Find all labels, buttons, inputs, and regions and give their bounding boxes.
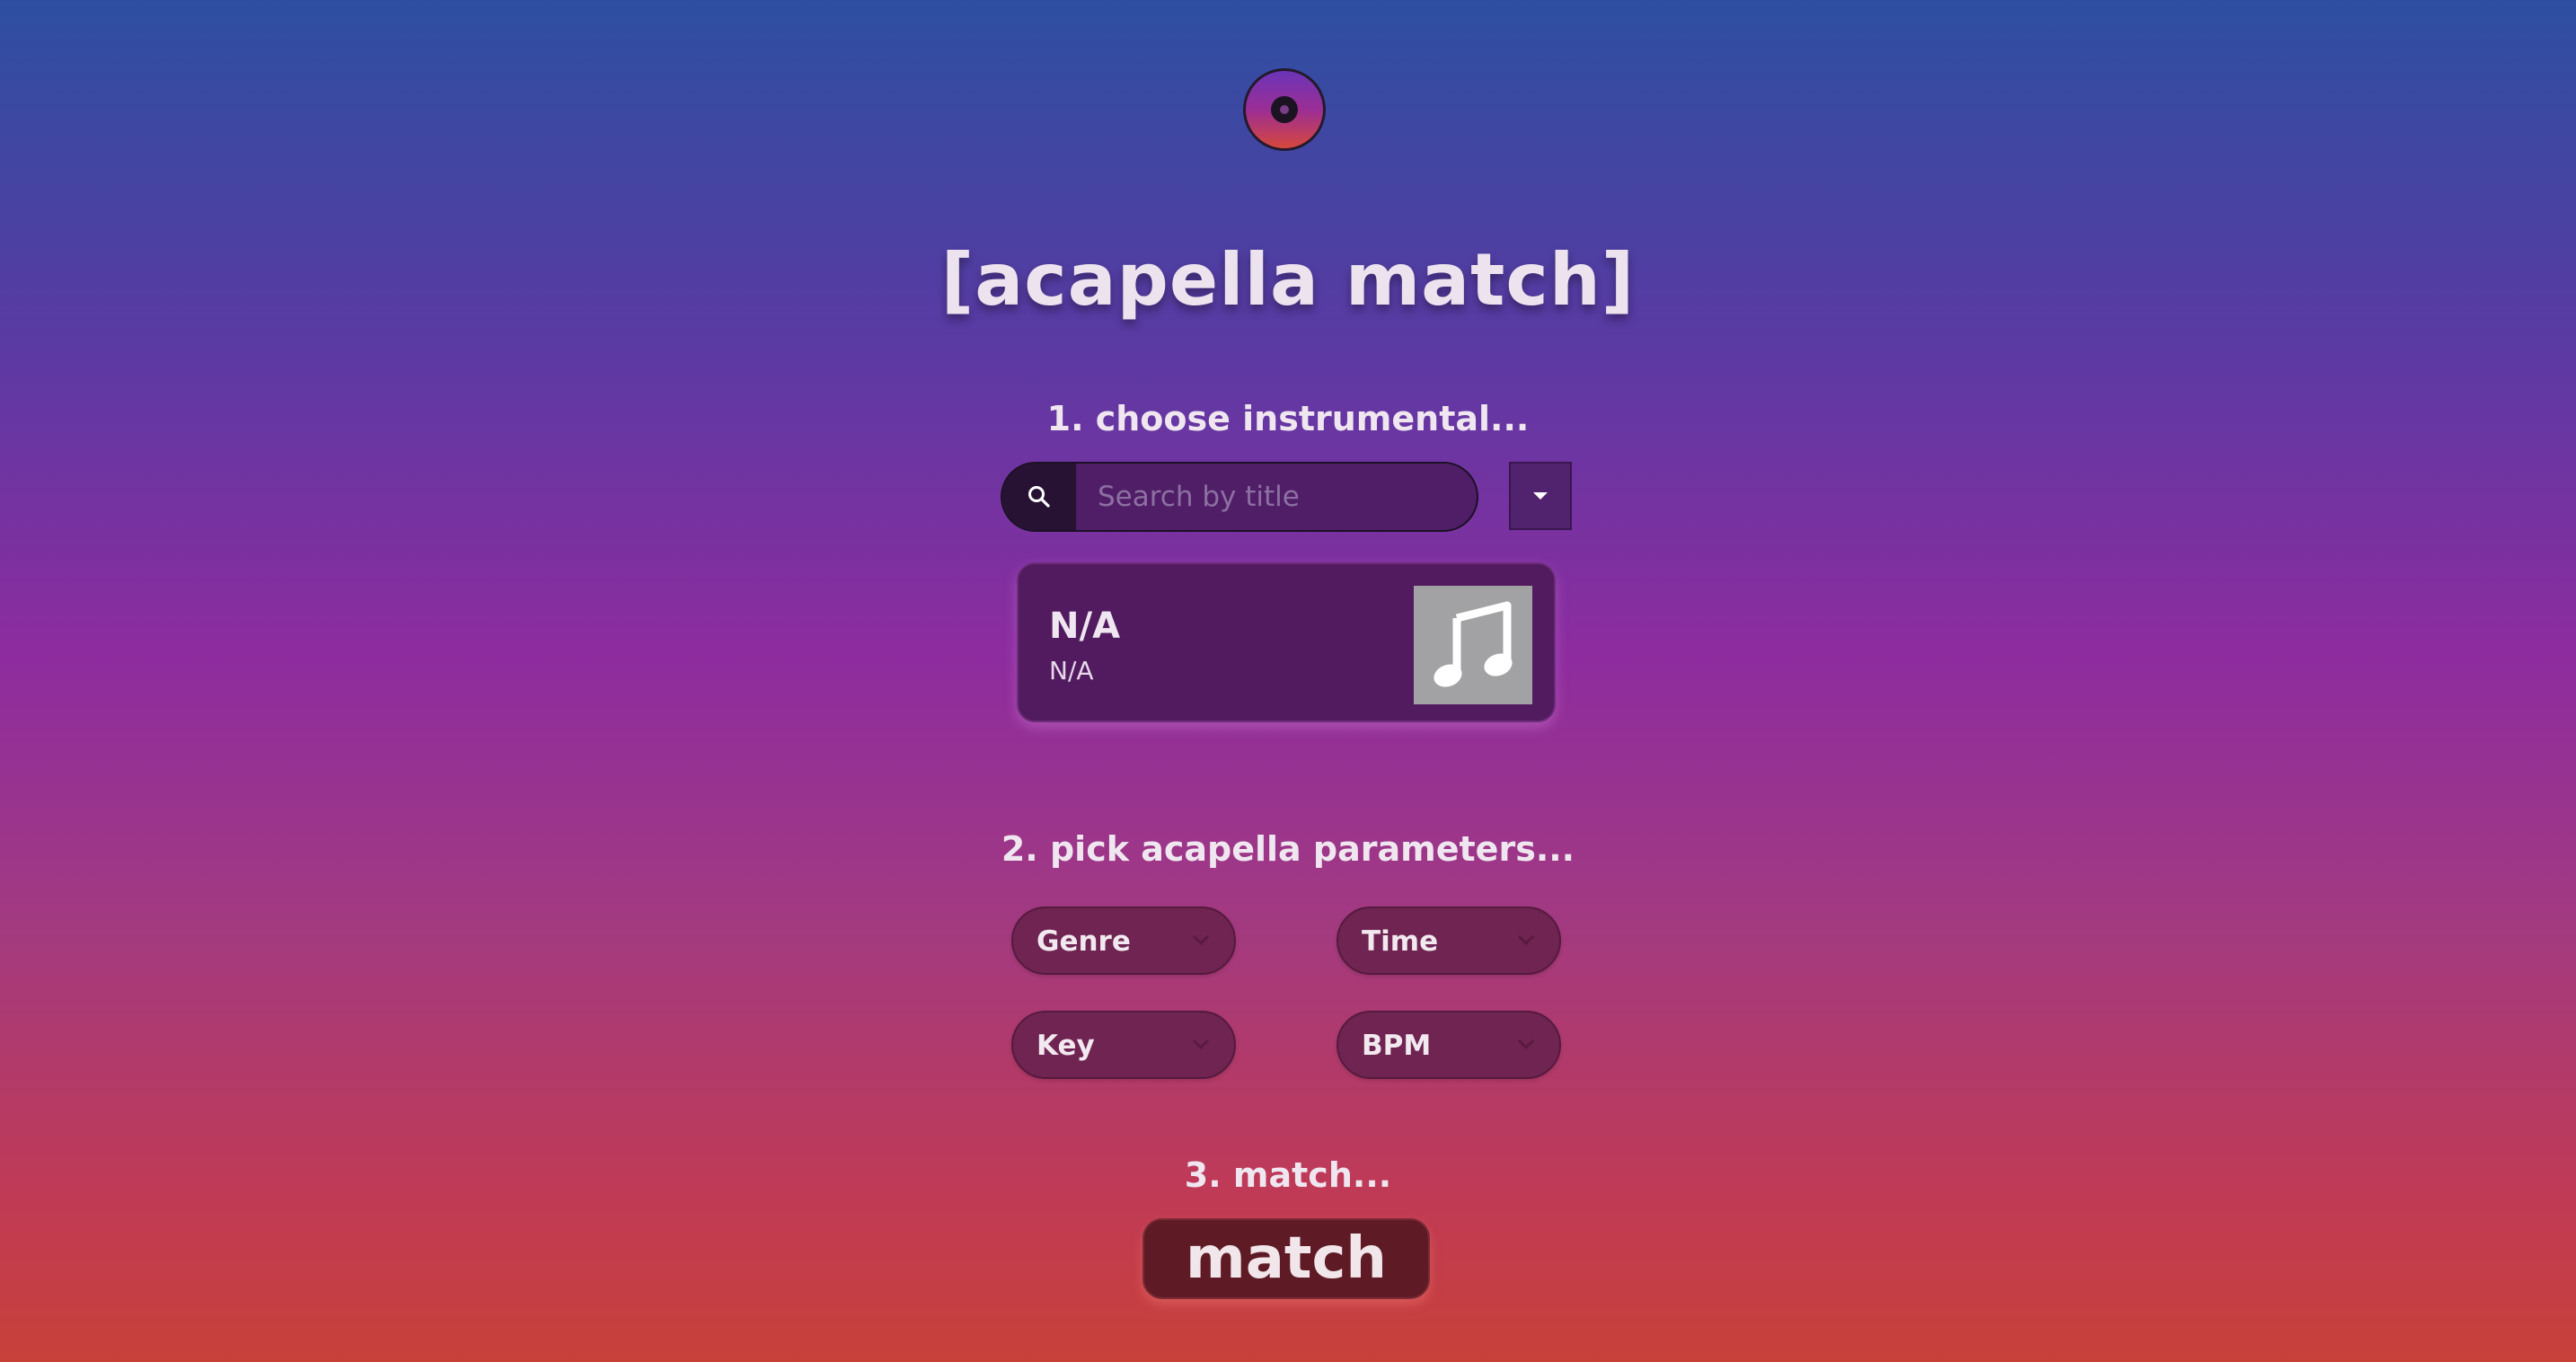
bpm-select[interactable]: BPM xyxy=(1337,1011,1561,1079)
chevron-down-icon xyxy=(1192,1039,1210,1050)
step-1-heading: 1. choose instrumental... xyxy=(1046,399,1530,438)
vinyl-logo-icon xyxy=(1243,68,1326,151)
selected-track-card[interactable]: N/A N/A xyxy=(1017,562,1556,722)
search-bar xyxy=(1001,462,1478,532)
vinyl-hole xyxy=(1280,105,1289,114)
bpm-select-label: BPM xyxy=(1362,1030,1432,1062)
genre-select-label: Genre xyxy=(1037,925,1131,958)
track-title: N/A xyxy=(1049,606,1121,647)
genre-select[interactable]: Genre xyxy=(1011,907,1236,975)
search-dropdown-button[interactable] xyxy=(1509,462,1572,530)
page-title: [acapella match] xyxy=(940,238,1636,322)
chevron-down-icon xyxy=(1517,1039,1535,1050)
key-select[interactable]: Key xyxy=(1011,1011,1236,1079)
key-select-label: Key xyxy=(1037,1030,1095,1062)
search-icon[interactable] xyxy=(1002,464,1076,530)
chevron-down-icon xyxy=(1192,934,1210,946)
caret-down-icon xyxy=(1533,492,1548,500)
track-artist: N/A xyxy=(1049,656,1094,685)
music-note-icon xyxy=(1434,601,1513,687)
chevron-down-icon xyxy=(1517,934,1535,946)
match-button[interactable]: match xyxy=(1142,1218,1430,1299)
time-select-label: Time xyxy=(1362,925,1439,958)
step-2-heading: 2. pick acapella parameters... xyxy=(1001,829,1575,869)
step-3-heading: 3. match... xyxy=(1184,1155,1392,1195)
time-select[interactable]: Time xyxy=(1337,907,1561,975)
search-input[interactable] xyxy=(1076,464,1477,530)
album-art xyxy=(1414,586,1532,704)
